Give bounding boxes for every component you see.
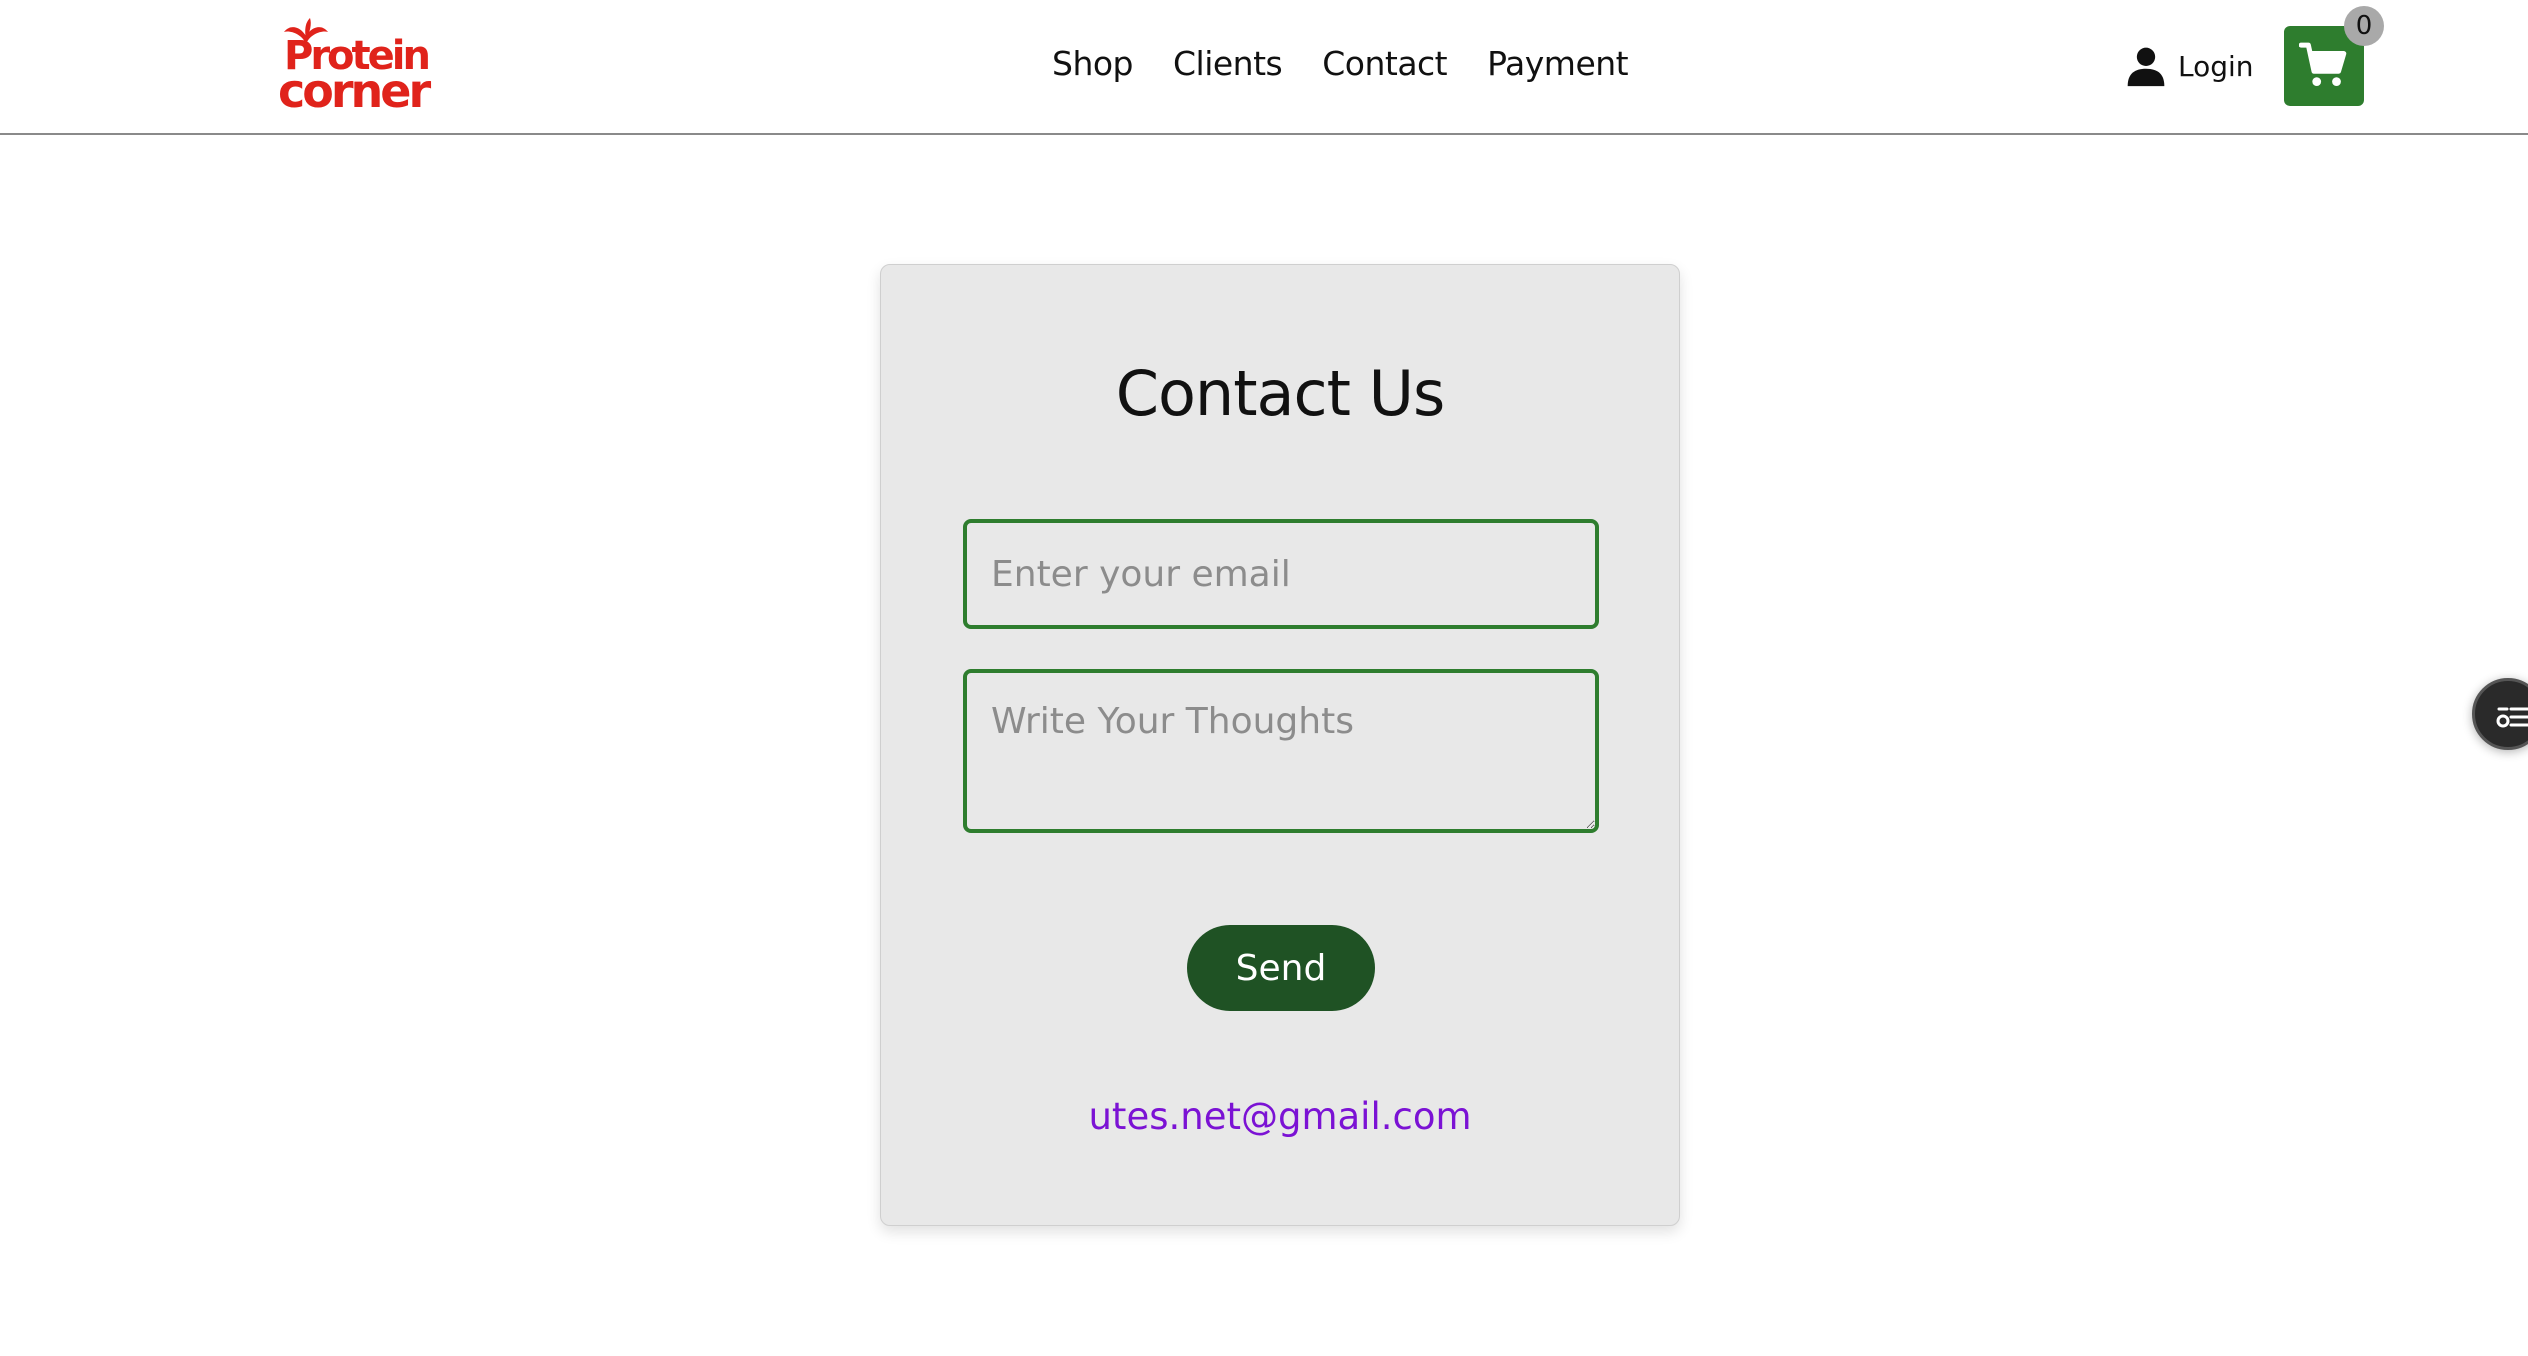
login-button[interactable]: Login [2124, 44, 2254, 88]
nav-item-contact[interactable]: Contact [1322, 44, 1447, 83]
nav-item-clients[interactable]: Clients [1173, 44, 1283, 83]
contact-card: Contact Us Send utes.net@gmail.com [880, 264, 1680, 1226]
logo-text-line2: corner [278, 64, 431, 118]
email-field[interactable] [963, 519, 1599, 629]
settings-list-icon [2496, 707, 2528, 728]
contact-title: Contact Us [1115, 357, 1446, 430]
main-nav: Shop Clients Contact Payment [1052, 44, 1629, 83]
thoughts-textarea[interactable] [963, 669, 1599, 833]
brand-logo[interactable]: Protein corner [278, 16, 450, 116]
login-label: Login [2178, 49, 2254, 83]
side-widget-button[interactable] [2472, 678, 2528, 750]
cart-count-badge: 0 [2344, 6, 2384, 46]
nav-item-shop[interactable]: Shop [1052, 44, 1134, 83]
nav-item-payment[interactable]: Payment [1487, 44, 1628, 83]
user-icon [2127, 47, 2165, 87]
contact-email-link[interactable]: utes.net@gmail.com [881, 1095, 1679, 1138]
send-button[interactable]: Send [1187, 925, 1375, 1011]
site-header: Protein corner Shop Clients Contact Paym… [0, 0, 2528, 135]
cart-icon [2299, 42, 2347, 86]
